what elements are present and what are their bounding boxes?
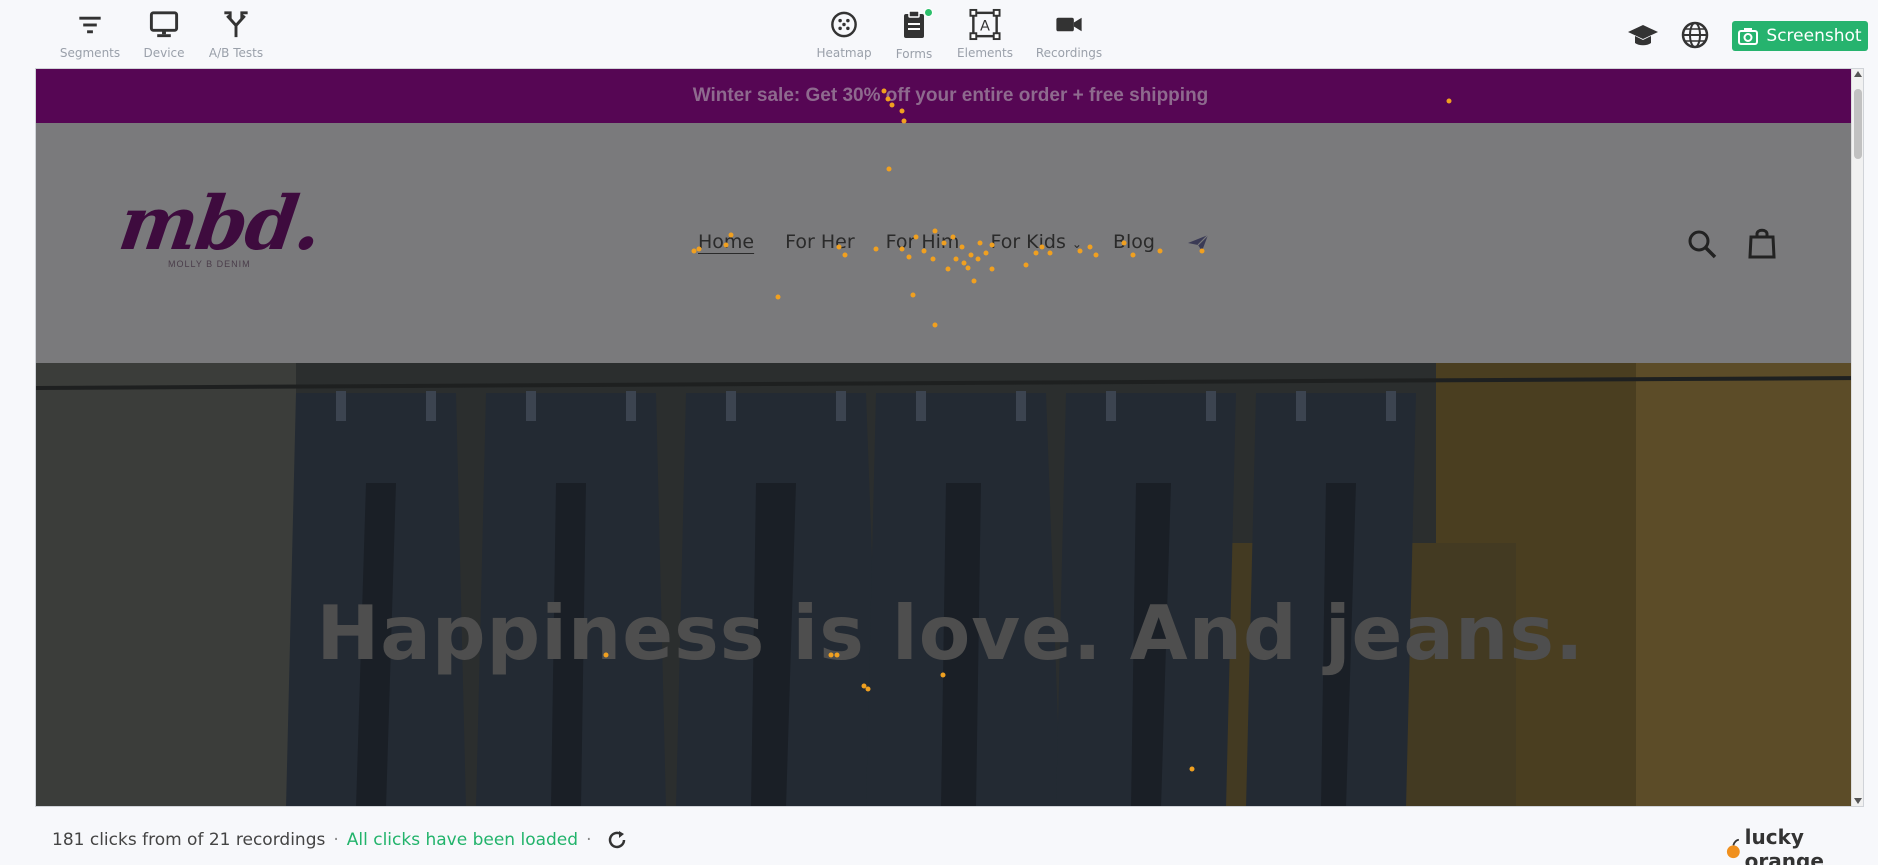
scroll-thumb[interactable] [1854, 89, 1862, 159]
camera-icon [1738, 28, 1759, 45]
forms-label: Forms [895, 47, 933, 61]
hero-title: Happiness is love. And jeans. [316, 589, 1585, 677]
segments-tool[interactable]: Segments [60, 8, 120, 60]
nav-item-for-kids[interactable]: For Kids ⌄ [990, 231, 1082, 253]
recordings-label: Recordings [1035, 46, 1103, 60]
elements-tool[interactable]: A Elements [954, 8, 1016, 60]
site-header: mbd. MOLLY B DENIM Home For Her For Him … [36, 123, 1863, 363]
forms-badge-dot [924, 8, 933, 17]
segments-label: Segments [59, 46, 121, 60]
main-nav: Home For Her For Him For Kids ⌄ Blog [698, 231, 1210, 253]
status-separator: · [586, 830, 592, 850]
orange-icon [1726, 838, 1740, 859]
svg-text:A: A [980, 17, 990, 34]
logo-wordmark: mbd. [113, 181, 326, 267]
lucky-orange-logo: lucky orange [1726, 825, 1878, 865]
nav-item-for-her[interactable]: For Her [785, 231, 855, 253]
filter-icon [79, 16, 101, 34]
hero-jeans-image [36, 363, 1863, 806]
nav-item-home[interactable]: Home [698, 231, 754, 253]
globe-icon [1681, 21, 1709, 49]
video-camera-icon [1056, 17, 1082, 32]
elements-icon: A [969, 8, 1001, 41]
scroll-up-arrow-icon[interactable] [1854, 71, 1862, 77]
device-tool[interactable]: Device [134, 8, 194, 60]
nav-item-blog[interactable]: Blog [1113, 231, 1155, 253]
announcement-text: Winter sale: Get 30% off your entire ord… [692, 85, 1209, 106]
heatmap-status-bar: 181 clicks from of 21 recordings · All c… [52, 828, 629, 852]
site-logo[interactable]: mbd. MOLLY B DENIM [114, 181, 326, 301]
hero-banner[interactable]: Happiness is love. And jeans. [36, 363, 1863, 806]
brand-name: lucky orange [1744, 825, 1824, 865]
heatmap-tool[interactable]: Heatmap [814, 8, 874, 60]
elements-label: Elements [957, 46, 1013, 60]
monitor-icon [149, 11, 179, 38]
ab-tests-tool[interactable]: A/B Tests [206, 8, 266, 60]
forms-tool[interactable]: Forms [884, 8, 944, 61]
page-preview[interactable]: Winter sale: Get 30% off your entire ord… [35, 68, 1864, 807]
scroll-down-arrow-icon[interactable] [1854, 798, 1862, 804]
nav-item-for-kids-label: For Kids [990, 231, 1066, 253]
graduation-cap-icon [1628, 25, 1658, 46]
heatmap-icon [831, 11, 857, 38]
heatmap-label: Heatmap [816, 46, 872, 60]
learn-button[interactable] [1626, 18, 1660, 52]
ab-tests-label: A/B Tests [208, 46, 264, 60]
refresh-icon[interactable] [605, 828, 629, 852]
shopping-bag-icon[interactable] [1747, 227, 1777, 259]
nav-item-for-him[interactable]: For Him [886, 231, 960, 253]
chevron-down-icon: ⌄ [1071, 237, 1082, 251]
split-icon [224, 11, 248, 38]
announcement-bar[interactable]: Winter sale: Get 30% off your entire ord… [36, 69, 1863, 123]
airplane-icon[interactable] [1186, 231, 1210, 253]
clicks-loaded-status[interactable]: All clicks have been loaded [347, 830, 578, 850]
recordings-tool[interactable]: Recordings [1034, 8, 1104, 60]
page-scrollbar[interactable] [1851, 69, 1863, 806]
language-button[interactable] [1678, 18, 1712, 52]
clicks-summary: 181 clicks from of 21 recordings [52, 830, 326, 850]
search-icon[interactable] [1687, 229, 1717, 259]
device-label: Device [143, 46, 185, 60]
heatmap-toolbar: Segments Device A/B Tests Heatmap Forms … [0, 0, 1878, 68]
screenshot-button[interactable]: Screenshot [1732, 21, 1868, 51]
screenshot-label: Screenshot [1766, 26, 1862, 46]
status-separator: · [333, 830, 339, 850]
